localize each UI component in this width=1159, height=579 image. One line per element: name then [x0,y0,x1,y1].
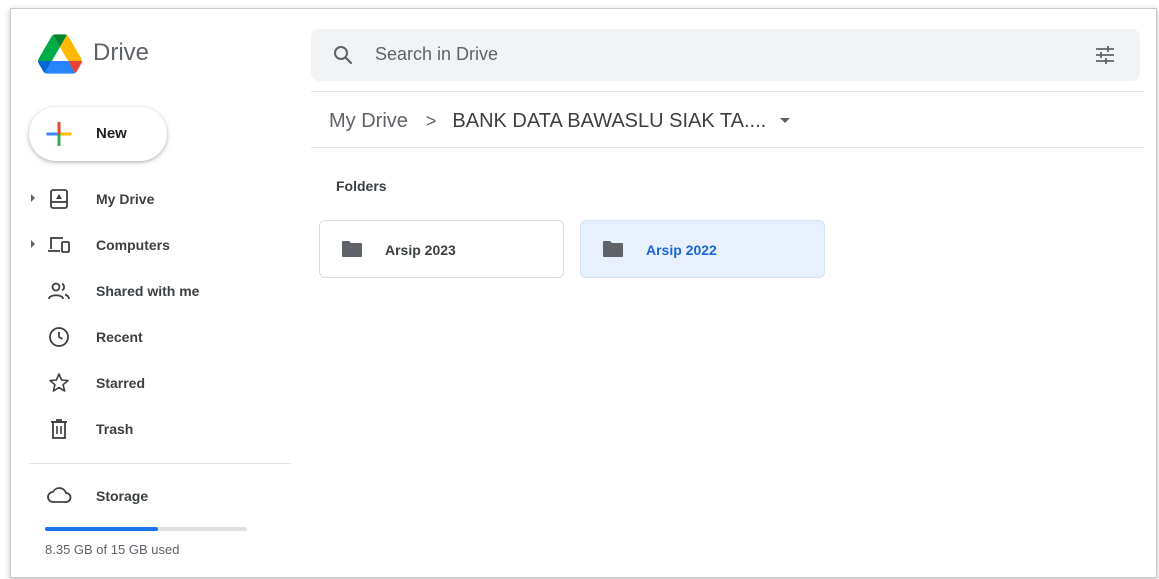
new-button[interactable]: New [29,107,167,161]
header-divider [311,91,1144,92]
sidebar-item-label: Shared with me [96,283,200,299]
folders-section-title: Folders [336,178,387,194]
drive-window: Drive Search in Drive New My Drive Compu… [10,8,1157,578]
sidebar-item-starred[interactable]: Starred [11,363,301,403]
breadcrumb-separator: > [425,110,437,131]
folder-name: Arsip 2022 [646,242,717,258]
sidebar-item-computers[interactable]: Computers [11,225,301,265]
drive-logo-icon[interactable] [38,34,82,74]
sidebar-item-label: Computers [96,237,170,253]
folder-card-arsip-2023[interactable]: Arsip 2023 [319,220,564,278]
new-button-label: New [96,125,127,142]
search-input[interactable]: Search in Drive [375,44,498,65]
folder-icon [603,241,623,257]
storage-progress-fill [45,527,158,531]
storage-label: Storage [96,488,149,504]
storage-progress-bar [45,527,247,531]
sidebar-item-label: Starred [96,375,146,391]
cloud-icon [47,487,72,503]
breadcrumb-current-folder[interactable]: BANK DATA BAWASLU SIAK TA.... [452,110,766,133]
expand-caret-icon[interactable] [29,238,37,250]
sidebar-item-shared-with-me[interactable]: Shared with me [11,271,301,311]
folder-icon [342,241,362,257]
folder-name: Arsip 2023 [385,242,456,258]
main-divider [311,147,1144,148]
star-icon [49,373,69,392]
trash-icon [51,419,67,439]
clock-icon [49,327,69,347]
search-bar[interactable]: Search in Drive [311,29,1140,81]
my-drive-icon [50,189,68,209]
breadcrumb: My Drive > BANK DATA BAWASLU SIAK TA.... [329,107,791,135]
search-icon[interactable] [331,43,355,67]
people-icon [48,282,70,300]
computers-icon [48,237,70,253]
folder-card-arsip-2022[interactable]: Arsip 2022 [580,220,825,278]
chevron-down-icon[interactable] [780,118,791,124]
breadcrumb-my-drive[interactable]: My Drive [329,110,408,133]
sidebar-divider [29,463,291,464]
sidebar-item-my-drive[interactable]: My Drive [11,179,301,219]
plus-icon [46,122,72,146]
sidebar-item-label: Recent [96,329,143,345]
sidebar-item-trash[interactable]: Trash [11,409,301,449]
expand-caret-icon[interactable] [29,192,37,204]
sidebar-item-recent[interactable]: Recent [11,317,301,357]
sidebar-item-label: Trash [96,421,134,437]
app-name: Drive [93,39,150,66]
search-options-icon[interactable] [1093,43,1117,67]
storage-usage-text: 8.35 GB of 15 GB used [45,542,180,557]
sidebar-item-label: My Drive [96,191,155,207]
